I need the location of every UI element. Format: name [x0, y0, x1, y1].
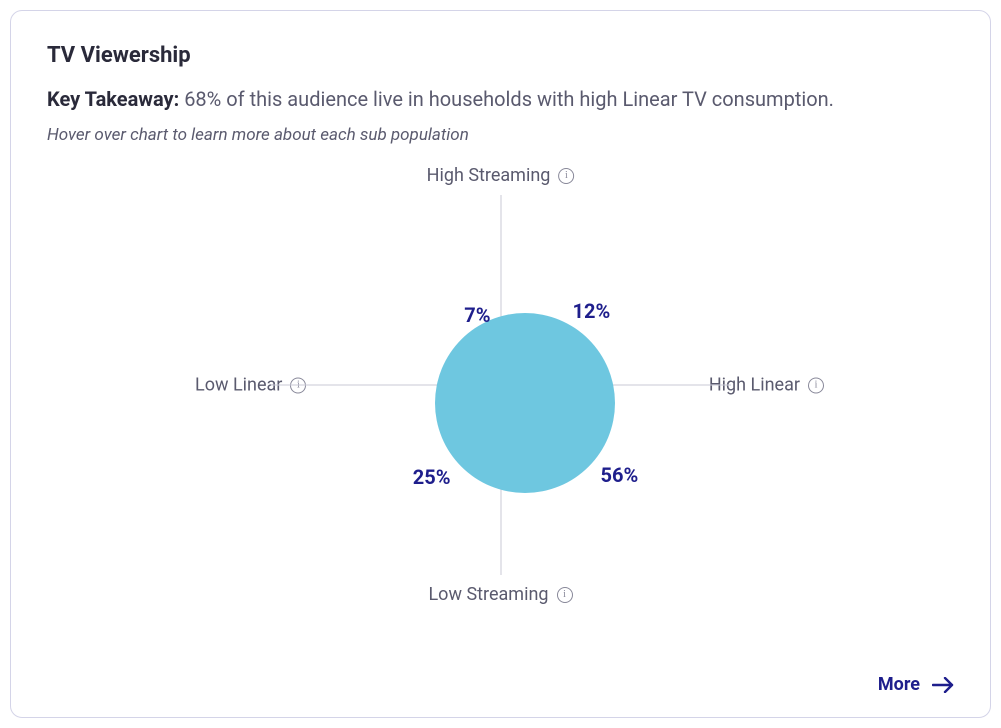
tv-viewership-card: TV Viewership Key Takeaway: 68% of this … — [10, 10, 991, 718]
info-icon[interactable] — [557, 587, 573, 603]
axes-cross: 7% 12% 25% 56% — [271, 195, 731, 575]
more-link[interactable]: More — [878, 674, 954, 695]
key-takeaway: Key Takeaway: 68% of this audience live … — [47, 84, 954, 115]
pct-top-left: 7% — [464, 303, 490, 327]
card-title: TV Viewership — [47, 43, 954, 68]
pct-top-right: 12% — [573, 299, 611, 323]
axis-left-text: Low Linear — [195, 375, 282, 396]
info-icon[interactable] — [808, 377, 824, 393]
info-icon[interactable] — [558, 168, 574, 184]
pct-bottom-left: 25% — [413, 465, 451, 489]
hover-hint: Hover over chart to learn more about eac… — [47, 125, 954, 145]
axis-label-bottom: Low Streaming — [428, 584, 572, 605]
population-bubble[interactable] — [435, 313, 615, 493]
axis-top-text: High Streaming — [427, 165, 551, 186]
quadrant-chart[interactable]: High Streaming Low Streaming Low Linear … — [47, 165, 954, 605]
more-label: More — [878, 674, 920, 695]
axis-bottom-text: Low Streaming — [428, 584, 548, 605]
axis-label-top: High Streaming — [427, 165, 575, 186]
takeaway-text: 68% of this audience live in households … — [184, 87, 834, 111]
pct-bottom-right: 56% — [601, 463, 639, 487]
takeaway-label: Key Takeaway: — [47, 87, 179, 111]
arrow-right-icon — [932, 677, 954, 693]
